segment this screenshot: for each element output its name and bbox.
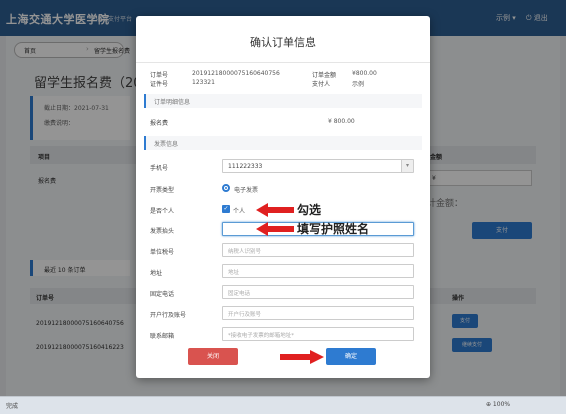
- order-amount-label: 订单金额: [312, 72, 337, 79]
- landline-input[interactable]: 固定电话: [222, 285, 414, 299]
- personal-value: 个人: [233, 208, 246, 215]
- personal-label: 是否个人: [150, 208, 175, 215]
- zoom-level[interactable]: ⊕ 100%: [486, 401, 510, 408]
- dialog-title: 确认订单信息: [250, 36, 316, 49]
- cert-no-value: 123321: [192, 79, 215, 86]
- arrow-right-icon: [280, 350, 324, 364]
- tax-id-input[interactable]: 纳税人识别号: [222, 243, 414, 257]
- payer-label: 支付人: [312, 81, 331, 88]
- arrow-left-icon: [256, 222, 294, 236]
- landline-label: 固定电话: [150, 291, 175, 298]
- address-placeholder: 地址: [228, 270, 240, 276]
- section-invoice: 发票信息: [144, 136, 422, 150]
- address-input[interactable]: 地址: [222, 264, 414, 278]
- tax-id-label: 单位税号: [150, 249, 175, 256]
- chevron-down-icon: ▾: [401, 160, 413, 172]
- personal-checkbox[interactable]: ✓: [222, 205, 230, 213]
- order-no-value: 20191218000075160640756: [192, 70, 280, 77]
- tax-id-placeholder: 纳税人识别号: [228, 249, 262, 255]
- annotation-check: 勾选: [297, 203, 322, 217]
- email-label: 联系邮箱: [150, 333, 175, 340]
- section-order-detail: 订单明细信息: [144, 94, 422, 108]
- fee-item-amount: ¥ 800.00: [328, 118, 355, 125]
- bank-account-input[interactable]: 开户行及账号: [222, 306, 414, 320]
- bank-account-placeholder: 开户行及账号: [228, 312, 262, 318]
- payer-value: 示例: [352, 81, 365, 88]
- email-placeholder: *接收电子发票的邮箱地址*: [228, 333, 295, 339]
- order-amount-value: ¥800.00: [352, 70, 377, 77]
- phone-input[interactable]: 111222333 ▾: [222, 159, 414, 173]
- close-button[interactable]: 关闭: [188, 348, 238, 365]
- dialog-divider: [136, 62, 430, 63]
- email-input[interactable]: *接收电子发票的邮箱地址*: [222, 327, 414, 341]
- invoice-type-radio[interactable]: [222, 184, 230, 192]
- section-order-detail-title: 订单明细信息: [154, 99, 191, 106]
- cert-no-label: 证件号: [150, 81, 169, 88]
- order-no-label: 订单号: [150, 72, 169, 79]
- bank-account-label: 开户行及账号: [150, 312, 187, 319]
- confirm-button[interactable]: 确定: [326, 348, 376, 365]
- address-label: 地址: [150, 270, 163, 277]
- status-text: 完成: [6, 403, 19, 410]
- arrow-left-icon: [256, 203, 294, 217]
- invoice-type-label: 开票类型: [150, 187, 175, 194]
- section-invoice-title: 发票信息: [154, 141, 179, 148]
- phone-label: 手机号: [150, 165, 169, 172]
- browser-status-bar: 完成 ⊕ 100%: [0, 396, 566, 414]
- landline-placeholder: 固定电话: [228, 291, 251, 297]
- phone-input-value: 111222333: [228, 163, 263, 170]
- confirm-order-dialog: 确认订单信息 订单号 20191218000075160640756 证件号 1…: [136, 16, 430, 378]
- invoice-type-value: 电子发票: [234, 187, 259, 194]
- annotation-fill-passport-name: 填写护照姓名: [297, 222, 370, 236]
- invoice-header-label: 发票抬头: [150, 228, 175, 235]
- fee-item-name: 报名费: [150, 120, 169, 127]
